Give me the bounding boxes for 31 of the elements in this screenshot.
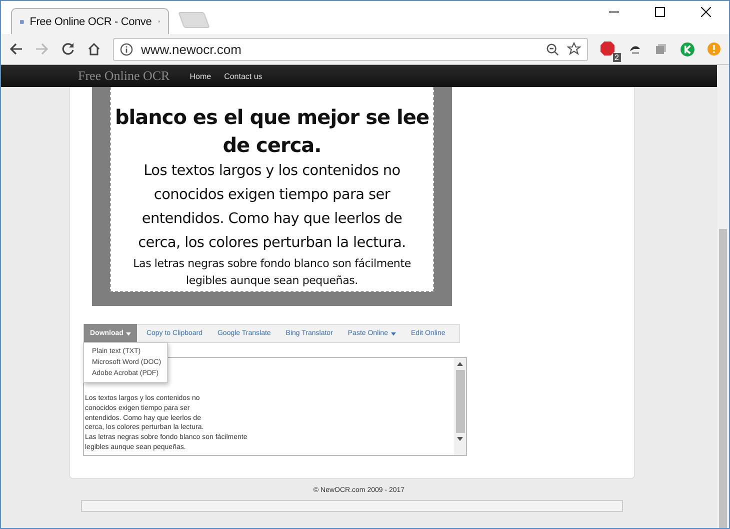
stop-sign-icon[interactable] <box>600 41 615 56</box>
url-text: www.newocr.com <box>141 42 242 56</box>
scroll-down-icon[interactable] <box>457 437 463 441</box>
back-icon[interactable] <box>9 42 23 56</box>
site-brand[interactable]: Free Online OCR <box>78 68 170 84</box>
maximize-icon[interactable] <box>655 7 665 17</box>
k-icon[interactable] <box>680 42 695 56</box>
browser-tab[interactable]: Free Online OCR - Conve <box>11 8 169 34</box>
reload-icon[interactable] <box>61 42 75 56</box>
nav-link[interactable]: Contact us <box>224 72 262 80</box>
nav-link[interactable]: Home <box>190 72 212 80</box>
image-text-line: entendidos. Como hay que leerlos de <box>140 210 404 229</box>
zoom-icon[interactable] <box>546 42 559 56</box>
tab-title: Free Online OCR - Conve <box>30 16 152 28</box>
image-text-line: legibles aunque sean pequeñas. <box>185 273 359 289</box>
scrollbar[interactable] <box>454 358 466 455</box>
page-scrollbar[interactable] <box>717 65 729 528</box>
close-icon[interactable] <box>701 7 711 17</box>
image-text-line: Las letras negras sobre fondo blanco son fácilmente <box>132 256 412 272</box>
star-icon[interactable] <box>567 42 581 56</box>
extension-badge: 2 <box>612 53 621 62</box>
layers-icon[interactable] <box>654 42 668 56</box>
image-text-line: Los textos largos y los contenidos no <box>142 162 402 181</box>
image-text-line: conocidos exigen tiempo para ser <box>152 186 392 205</box>
image-text-line: cerca, los colores perturban la lectura. <box>137 234 407 253</box>
image-heading-line: de cerca. <box>222 132 322 159</box>
image-heading-line: blanco es el que mejor se lee <box>114 104 430 131</box>
scroll-up-icon[interactable] <box>457 362 463 366</box>
home-icon[interactable] <box>87 42 101 56</box>
address-bar[interactable]: www.newocr.com <box>113 38 588 60</box>
info-icon <box>120 42 133 56</box>
